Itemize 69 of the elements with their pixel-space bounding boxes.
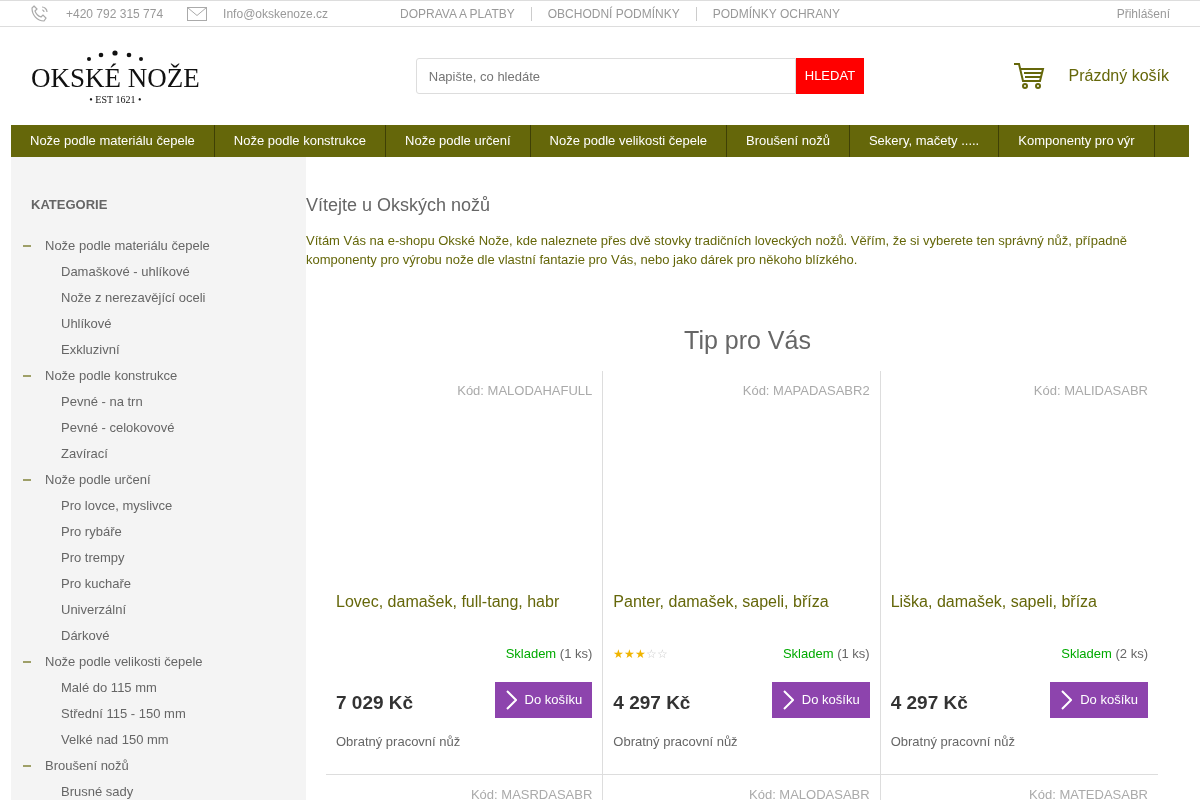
category-link[interactable]: Nože podle velikosti čepele xyxy=(45,651,203,672)
cart-link[interactable]: Prázdný košík xyxy=(1068,64,1169,88)
logo[interactable]: OKSKÉ NOŽE • EST 1621 • xyxy=(31,44,200,108)
product-description: Obratný pracovní nůž xyxy=(336,732,462,751)
category-link[interactable]: Dárkové xyxy=(61,625,110,646)
category-link[interactable]: Pro kuchaře xyxy=(61,573,132,594)
product-price: 4 297 Kč xyxy=(890,691,968,716)
section-heading: Tip pro Vás xyxy=(683,324,812,355)
category-link[interactable]: Nože podle materiálu čepele xyxy=(45,235,210,256)
top-link[interactable]: DOPRAVA A PLATBY xyxy=(400,4,515,23)
sidebar-title: KATEGORIE xyxy=(31,196,109,214)
category-link[interactable]: Střední 115 - 150 mm xyxy=(61,703,186,724)
category-link[interactable]: Pevné - celokovové xyxy=(61,417,175,438)
rating-stars: ★★★☆☆ xyxy=(613,645,669,663)
category-link[interactable]: Malé do 115 mm xyxy=(61,677,157,698)
category-link[interactable]: Exkluzivní xyxy=(61,339,120,360)
product-code: Kód: MASRDASABR xyxy=(469,785,593,800)
category-link[interactable]: Damaškové - uhlíkové xyxy=(61,261,190,282)
phone-number: +420 792 315 774 xyxy=(66,5,164,23)
add-to-cart-button[interactable]: Do košíku xyxy=(494,681,593,718)
category-link[interactable]: Velké nad 150 mm xyxy=(61,729,169,750)
welcome-text: Vítám Vás na e-shopu Okské Nože, kde naleznete přes dvě stovky tradičních loveckých nožů. Věřím, že si vyberete ten správný nůž, případně komponenty pro výrobu nože dle vlastní fantazie pro Vás, nebo jako dárek pro někoho blízkého. xyxy=(306,231,1128,269)
category-link[interactable]: Pevné - na trn xyxy=(61,391,143,412)
category-link[interactable]: Univerzální xyxy=(61,599,127,620)
product-code: Kód: MATEDASABR xyxy=(1028,785,1148,800)
product-name[interactable]: Liška, damašek, sapeli, bříza xyxy=(890,590,1148,645)
phone-icon xyxy=(30,3,50,24)
menu-item[interactable]: Broušení nožů xyxy=(727,125,850,157)
product-code: Kód: MALODAHAFULL xyxy=(456,381,593,400)
stock-status: Skladem (1 ks) xyxy=(505,645,593,664)
category-link[interactable]: Pro lovce, myslivce xyxy=(61,495,173,516)
welcome-heading: Vítejte u Okských nožů xyxy=(306,195,492,217)
category-link[interactable]: Pro trempy xyxy=(61,547,125,568)
mail-icon xyxy=(187,4,208,23)
category-link[interactable]: Brusné sady xyxy=(61,781,134,800)
product-description: Obratný pracovní nůž xyxy=(613,732,739,751)
cart-icon[interactable] xyxy=(1012,62,1045,90)
product-price: 4 297 Kč xyxy=(613,691,691,716)
stock-status: Skladem (1 ks) xyxy=(782,645,870,664)
product-description: Obratný pracovní nůž xyxy=(890,732,1016,751)
category-link[interactable]: Nože z nerezavějící oceli xyxy=(61,287,206,308)
email-link[interactable]: Info@okskenoze.cz xyxy=(223,4,328,23)
menu-item[interactable]: Nože podle velikosti čepele xyxy=(530,125,728,157)
product-code: Kód: MALODASABR xyxy=(748,785,870,800)
chevron-icon xyxy=(781,689,794,710)
product-code: Kód: MALIDASABR xyxy=(1032,381,1148,400)
product-name[interactable]: Lovec, damašek, full-tang, habr xyxy=(336,590,593,645)
chevron-icon xyxy=(504,689,517,710)
product-name[interactable]: Panter, damašek, sapeli, bříza xyxy=(613,590,870,645)
search-button[interactable]: HLEDAT xyxy=(795,58,865,94)
top-link[interactable]: OBCHODNÍ PODMÍNKY xyxy=(547,4,680,23)
add-to-cart-button[interactable]: Do košíku xyxy=(771,681,870,718)
category-link[interactable]: Nože podle určení xyxy=(45,469,151,490)
menu-item[interactable]: Nože podle určení xyxy=(386,125,531,157)
category-link[interactable]: Zavírací xyxy=(61,443,108,464)
login-link[interactable]: Přihlášení xyxy=(1116,4,1170,23)
category-link[interactable]: Uhlíkové xyxy=(61,313,112,334)
search-field[interactable]: Napište, co hledáte xyxy=(415,58,796,94)
product-price: 7 029 Kč xyxy=(336,691,414,716)
product-code: Kód: MAPADASABR2 xyxy=(741,381,870,400)
chevron-icon xyxy=(1060,689,1073,710)
top-link[interactable]: PODMÍNKY OCHRANY xyxy=(712,4,840,23)
category-link[interactable]: Nože podle konstrukce xyxy=(45,365,178,386)
menu-item[interactable]: Sekery, mačety ..... xyxy=(849,125,1000,157)
stock-status: Skladem (2 ks) xyxy=(1061,645,1148,664)
category-link[interactable]: Pro rybáře xyxy=(61,521,122,542)
menu-item[interactable]: Komponenty pro výr xyxy=(999,125,1155,157)
add-to-cart-button[interactable]: Do košíku xyxy=(1050,681,1148,718)
category-link[interactable]: Broušení nožů xyxy=(45,755,129,776)
